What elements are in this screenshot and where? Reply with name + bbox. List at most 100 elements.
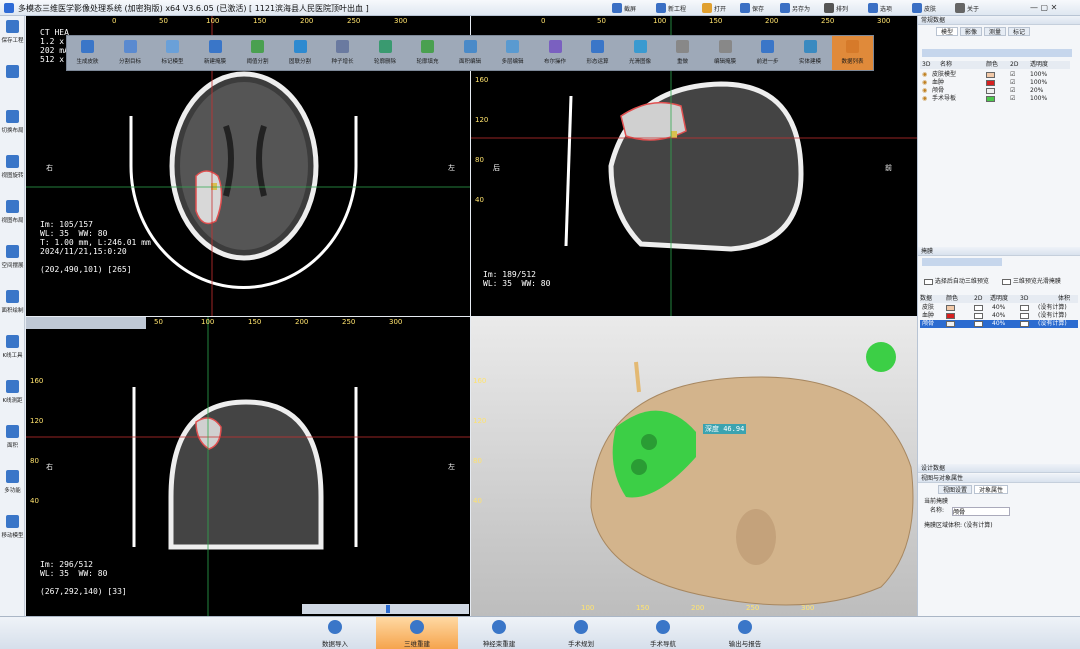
window-title: 多模态三维医学影像处理系统 (加密狗版) x64 V3.6.05 (已激活) [… — [18, 4, 369, 13]
left-tool-11[interactable]: 移动模型 — [0, 511, 25, 555]
ribbon-button-9[interactable]: 面积编辑 — [450, 36, 491, 70]
coronal-viewport-toolbar[interactable] — [26, 317, 146, 329]
3d-checkbox[interactable] — [1020, 313, 1029, 319]
2d-toggle[interactable]: ☑ — [1010, 71, 1015, 79]
ruler-x-label: 50 — [597, 17, 606, 25]
2d-toggle[interactable]: ☑ — [1010, 87, 1015, 95]
coronal-viewport[interactable]: Im: 296/512 WL: 35 WW: 80 (267,292,140) … — [26, 317, 470, 616]
color-swatch[interactable] — [986, 80, 995, 86]
ribbon-button-3[interactable]: 新建掩膜 — [195, 36, 236, 70]
left-tool-5[interactable]: 空间摆展 — [0, 241, 25, 285]
left-tool-3[interactable]: 视图旋转 — [0, 151, 25, 195]
ribbon-icon — [378, 40, 392, 53]
tool-icon — [6, 290, 19, 303]
3d-checkbox[interactable] — [1020, 305, 1029, 311]
ribbon-button-1[interactable]: 分割目标 — [110, 36, 151, 70]
module-button-1[interactable]: 三维重建 — [376, 617, 458, 649]
view-props-header[interactable]: 视图与对象属性 — [918, 474, 1080, 483]
smooth-preview-checkbox[interactable]: 三维预览光滑掩膜 — [1002, 278, 1080, 286]
mask-row[interactable]: 皮肤 40% (没有计算) — [920, 304, 1078, 312]
ribbon-button-7[interactable]: 轮廓删除 — [365, 36, 406, 70]
model-row[interactable]: ◉ 手术导板 ☑ 100% — [920, 95, 1070, 103]
ruler-x-label: 0 — [541, 17, 546, 25]
color-swatch[interactable] — [946, 321, 955, 327]
left-tool-6[interactable]: 面积绘制 — [0, 286, 25, 330]
design-data-header[interactable]: 设计数据 — [918, 464, 1080, 473]
ribbon-button-11[interactable]: 布尔操作 — [535, 36, 576, 70]
ribbon-button-13[interactable]: 光滑图像 — [620, 36, 661, 70]
ribbon-button-17[interactable]: 实体建模 — [790, 36, 831, 70]
2d-toggle[interactable]: ☑ — [1010, 95, 1015, 103]
mask-name-input[interactable] — [952, 507, 1010, 516]
new-project-button[interactable]: 新工程 — [656, 2, 686, 14]
left-tool-0[interactable]: 保存工程 — [0, 16, 25, 60]
tab-object-props[interactable]: 对象属性 — [974, 485, 1009, 494]
ribbon-button-4[interactable]: 阈值分割 — [237, 36, 278, 70]
eye-icon[interactable]: ◉ — [922, 79, 927, 87]
ribbon-button-2[interactable]: 标记模型 — [152, 36, 193, 70]
tab-model[interactable]: 模型 — [936, 27, 959, 36]
ruler-x-label: 300 — [394, 17, 408, 25]
color-swatch[interactable] — [986, 88, 995, 94]
slice-slider-thumb[interactable] — [386, 605, 390, 613]
arrange-button[interactable]: 排列 — [824, 2, 848, 14]
model-toolbar[interactable] — [922, 49, 1072, 57]
tab-measure[interactable]: 测量 — [984, 27, 1007, 36]
ribbon-button-16[interactable]: 前进一步 — [747, 36, 788, 70]
module-button-0[interactable]: 数据导入 — [294, 617, 376, 649]
eye-icon[interactable]: ◉ — [922, 87, 927, 95]
ribbon-button-8[interactable]: 轮廓填充 — [407, 36, 448, 70]
color-swatch[interactable] — [946, 313, 955, 319]
module-button-4[interactable]: 手术导航 — [622, 617, 704, 649]
model-row[interactable]: ◉ 颅骨 ☑ 20% — [920, 87, 1070, 95]
open-button[interactable]: 打开 — [702, 2, 726, 14]
ribbon-button-15[interactable]: 编辑掩膜 — [705, 36, 746, 70]
3d-viewport[interactable]: 深度 46.94 100 150 200 250 300 160 120 80 40 — [471, 317, 917, 616]
mask-row[interactable]: 颅骨 40% (没有计算) — [920, 320, 1078, 328]
slice-slider[interactable] — [302, 604, 469, 614]
left-tool-8[interactable]: K线测距 — [0, 376, 25, 420]
left-tool-9[interactable]: 面积 — [0, 421, 25, 465]
title-bar: 多模态三维医学影像处理系统 (加密狗版) x64 V3.6.05 (已激活) [… — [0, 0, 1080, 16]
arrange-icon — [824, 3, 834, 13]
module-button-3[interactable]: 手术规划 — [540, 617, 622, 649]
2d-checkbox[interactable] — [974, 321, 983, 327]
ribbon-button-0[interactable]: 生成皮肤 — [67, 36, 108, 70]
model-row[interactable]: ◉ 血肿 ☑ 100% — [920, 79, 1070, 87]
save-button[interactable]: 保存 — [740, 2, 764, 14]
2d-checkbox[interactable] — [974, 313, 983, 319]
tab-image[interactable]: 影像 — [960, 27, 983, 36]
window-controls[interactable]: — ▢ ✕ — [1030, 3, 1070, 13]
color-swatch[interactable] — [986, 72, 995, 78]
ribbon-button-12[interactable]: 形态运算 — [577, 36, 618, 70]
mask-toolbar[interactable] — [922, 258, 1002, 266]
module-button-5[interactable]: 输出与报告 — [704, 617, 786, 649]
ribbon-button-5[interactable]: 固联分割 — [280, 36, 321, 70]
ribbon-button-6[interactable]: 种子增长 — [322, 36, 363, 70]
screenshot-button[interactable]: 截屏 — [612, 2, 636, 14]
ribbon-button-10[interactable]: 多层编辑 — [492, 36, 533, 70]
tab-view-settings[interactable]: 视图设置 — [938, 485, 973, 494]
left-tool-1[interactable] — [0, 61, 25, 105]
options-button[interactable]: 选项 — [868, 2, 892, 14]
left-tool-7[interactable]: K线工具 — [0, 331, 25, 375]
ribbon-button-18[interactable]: 数据列表 — [832, 36, 873, 70]
color-swatch[interactable] — [986, 96, 995, 102]
about-button[interactable]: 关于 — [955, 2, 979, 14]
left-tool-4[interactable]: 视图布局 — [0, 196, 25, 240]
save-as-button[interactable]: 另存为 — [780, 2, 810, 14]
module-button-2[interactable]: 神经束重建 — [458, 617, 540, 649]
eye-icon[interactable]: ◉ — [922, 71, 927, 79]
model-row[interactable]: ◉ 皮肤模型 ☑ 100% — [920, 71, 1070, 79]
2d-toggle[interactable]: ☑ — [1010, 79, 1015, 87]
ribbon-button-14[interactable]: 重做 — [662, 36, 703, 70]
mask-row[interactable]: 血肿 40% (没有计算) — [920, 312, 1078, 320]
skin-button[interactable]: 皮肤 — [912, 2, 936, 14]
left-tool-10[interactable]: 多功能 — [0, 466, 25, 510]
2d-checkbox[interactable] — [974, 305, 983, 311]
3d-checkbox[interactable] — [1020, 321, 1029, 327]
tab-mark[interactable]: 标记 — [1008, 27, 1031, 36]
left-tool-2[interactable]: 切换布局 — [0, 106, 25, 150]
eye-icon[interactable]: ◉ — [922, 95, 927, 103]
color-swatch[interactable] — [946, 305, 955, 311]
